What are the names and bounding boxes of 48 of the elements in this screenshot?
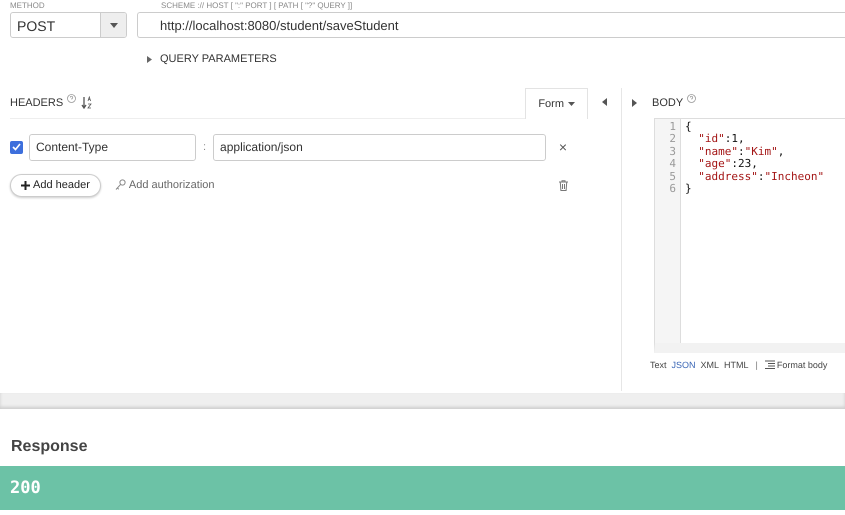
caret-icon: [568, 102, 575, 106]
form-mode-dropdown[interactable]: Form: [525, 88, 588, 118]
body-format-option[interactable]: Text: [650, 360, 667, 370]
header-name-field[interactable]: Content-Type: [28, 134, 196, 160]
headers-title: HEADERS: [10, 96, 64, 108]
line-number: 5: [668, 170, 676, 183]
query-parameters-toggle[interactable]: QUERY PARAMETERS: [147, 53, 277, 65]
line-number: 6: [668, 183, 676, 196]
add-header-button[interactable]: Add header: [10, 174, 101, 196]
status-code: 200: [10, 478, 41, 498]
sort-icon[interactable]: [81, 96, 92, 109]
expand-triangle-icon: [147, 56, 152, 62]
trash-icon[interactable]: [559, 180, 568, 190]
code-line: "age":23,: [697, 158, 759, 170]
code-line: "id":1,: [697, 133, 746, 146]
expand-right-icon[interactable]: [632, 98, 637, 106]
collapse-left-icon[interactable]: [602, 98, 607, 106]
body-format-option[interactable]: HTML: [724, 360, 749, 370]
url-label: SCHEME :// HOST [ ":" PORT ] [ PATH [ "?" QUERY ]]: [160, 1, 354, 12]
body-format-option[interactable]: JSON: [672, 360, 696, 370]
colon-separator: :: [202, 141, 208, 153]
caret-icon: [110, 22, 118, 28]
header-checkbox[interactable]: [10, 140, 23, 154]
line-number: 2: [668, 133, 676, 146]
code-line: "address":"Incheon": [697, 170, 824, 183]
help-icon[interactable]: [687, 94, 696, 103]
body-format-option[interactable]: XML: [700, 360, 720, 370]
plus-icon: [21, 180, 30, 190]
line-number: 4: [668, 158, 676, 170]
code-editor[interactable]: 1 2 3 4 5 6 { "id":1, "name":"Kim", "age":23, "address":"Incheon" }: [654, 118, 845, 352]
code-line: }: [685, 183, 693, 196]
key-icon: [114, 179, 126, 191]
format-lines-icon: [764, 360, 775, 369]
body-title: BODY: [652, 96, 684, 108]
divider-text: |: [756, 360, 758, 370]
code-line: "name":"Kim",: [697, 146, 786, 158]
url-field[interactable]: http://localhost:8080/student/saveStudent: [137, 12, 845, 38]
response-title: Response: [11, 438, 88, 456]
format-body-button[interactable]: Format body: [764, 360, 828, 370]
line-number: 3: [668, 146, 676, 158]
line-number: 1: [668, 120, 676, 133]
header-value-field[interactable]: application/json: [213, 134, 546, 160]
method-label: METHOD: [10, 1, 46, 12]
remove-header-button[interactable]: ×: [556, 139, 570, 155]
method-dropdown[interactable]: POST: [10, 12, 127, 38]
help-icon[interactable]: [67, 94, 76, 103]
add-authorization-link[interactable]: Add authorization: [114, 179, 215, 191]
code-line: {: [685, 120, 693, 133]
